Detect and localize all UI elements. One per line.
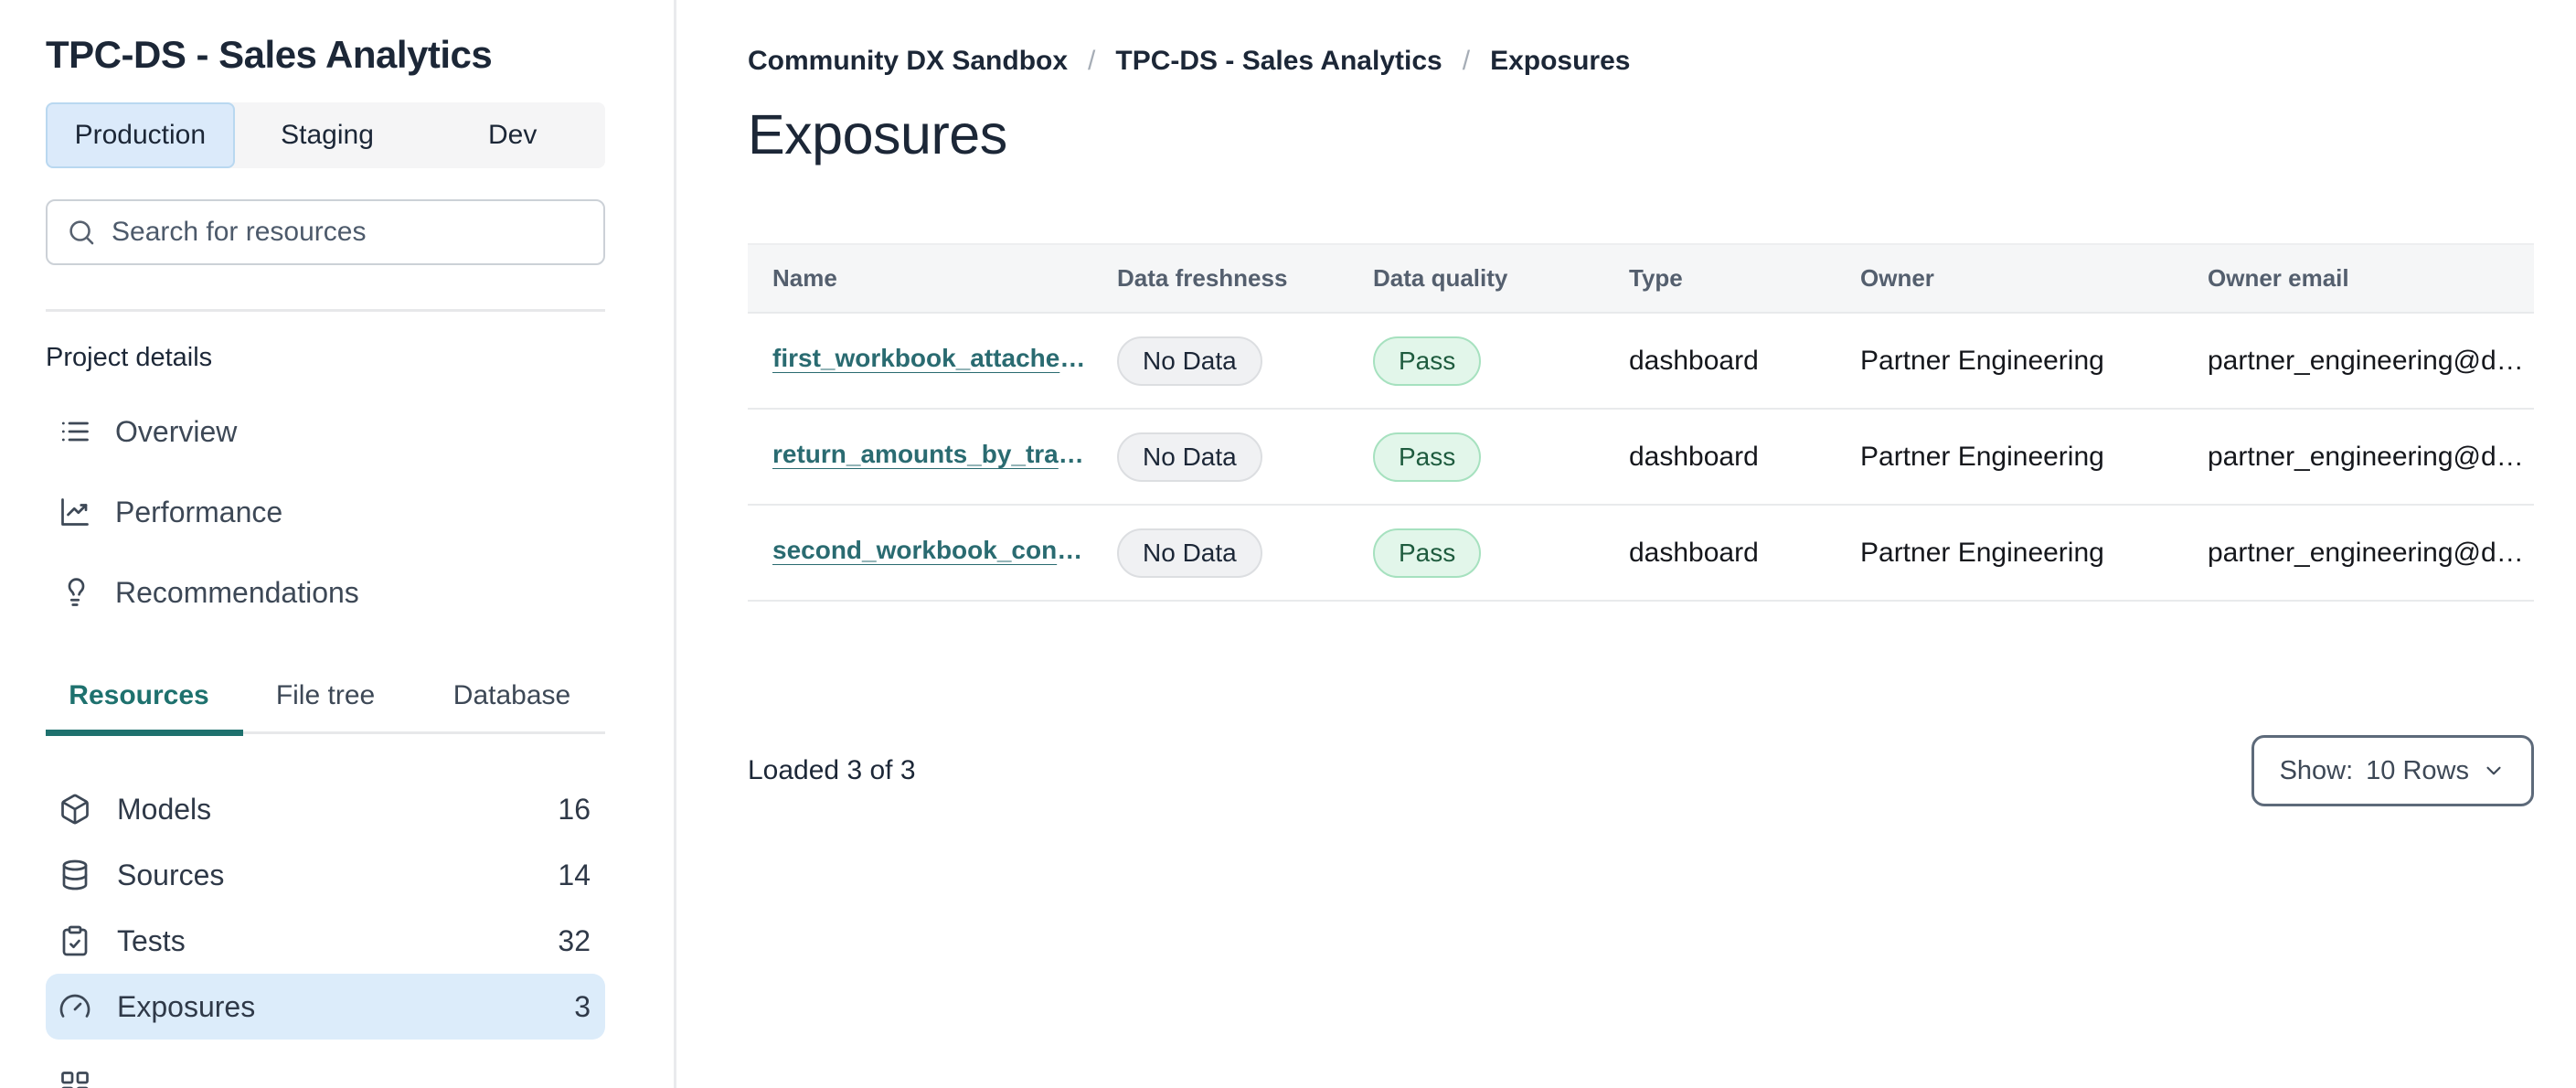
- resource-label: Tests: [117, 923, 186, 957]
- breadcrumb-separator: /: [1088, 46, 1096, 76]
- chevron-down-icon: [2486, 766, 2501, 775]
- cube-icon: [61, 794, 89, 825]
- nav-item-recommendations[interactable]: Recommendations: [46, 552, 605, 633]
- resource-item-sources[interactable]: Sources 14: [46, 842, 605, 908]
- data-freshness-badge: No Data: [1117, 528, 1262, 578]
- env-tab-production[interactable]: Production: [46, 102, 235, 169]
- gauge-icon: [59, 994, 90, 1019]
- exposure-name-link[interactable]: return_amounts_by_tran…: [772, 440, 1092, 469]
- owner-email-cell: partner_engineering@dbt…: [2208, 537, 2534, 568]
- table-row: return_amounts_by_tran… No Data Pass das…: [748, 410, 2534, 506]
- environment-tabs: Production Staging Dev: [46, 102, 605, 169]
- loaded-status: Loaded 3 of 3: [748, 755, 916, 785]
- data-freshness-badge: No Data: [1117, 432, 1262, 482]
- breadcrumb: Community DX Sandbox / TPC-DS - Sales An…: [748, 46, 2534, 77]
- resource-item-partial[interactable]: [46, 1052, 605, 1088]
- nav-item-label: Recommendations: [115, 575, 359, 609]
- project-details-heading: Project details: [46, 343, 213, 373]
- resource-count: 16: [558, 792, 591, 826]
- breadcrumb-project[interactable]: TPC-DS - Sales Analytics: [1115, 46, 1442, 77]
- column-header-data-quality: Data quality: [1373, 264, 1508, 292]
- sidebar: TPC-DS - Sales Analytics Production Stag…: [0, 0, 676, 1088]
- tab-resources[interactable]: Resources: [46, 680, 232, 731]
- owner-cell: Partner Engineering: [1860, 537, 2104, 568]
- nav-item-overview[interactable]: Overview: [46, 391, 605, 472]
- type-cell: dashboard: [1629, 441, 1759, 472]
- nav-item-label: Overview: [115, 414, 238, 448]
- table-header-row: Name Data freshness Data quality Type Ow…: [748, 243, 2534, 314]
- type-cell: dashboard: [1629, 537, 1759, 568]
- show-value: 10 Rows: [2366, 755, 2469, 785]
- breadcrumb-current: Exposures: [1490, 46, 1631, 76]
- exposure-name-link[interactable]: first_workbook_attached…: [772, 344, 1092, 373]
- owner-email-cell: partner_engineering@dbt…: [2208, 441, 2534, 472]
- sidebar-view-tabs: Resources File tree Database: [46, 680, 605, 731]
- breadcrumb-account[interactable]: Community DX Sandbox: [748, 46, 1068, 77]
- exposure-name-link[interactable]: second_workbook_conn…: [772, 536, 1092, 565]
- column-header-data-freshness: Data freshness: [1117, 264, 1288, 292]
- column-header-name: Name: [772, 264, 837, 292]
- clipboard-check-icon: [62, 925, 88, 956]
- resource-item-tests[interactable]: Tests 32: [46, 908, 605, 974]
- table-footer: Loaded 3 of 3 Show: 10 Rows: [748, 735, 2534, 806]
- resource-count: 14: [558, 858, 591, 891]
- search-icon: [69, 220, 94, 245]
- column-header-owner-email: Owner email: [2208, 264, 2349, 292]
- tab-database[interactable]: Database: [419, 680, 605, 731]
- column-header-type: Type: [1629, 264, 1683, 292]
- breadcrumb-separator: /: [1462, 46, 1471, 76]
- rows-per-page-select[interactable]: Show: 10 Rows: [2251, 735, 2534, 806]
- env-tab-dev[interactable]: Dev: [420, 102, 605, 168]
- resource-label: Models: [117, 792, 212, 826]
- tab-underline-track: [46, 730, 605, 737]
- table-row: second_workbook_conn… No Data Pass dashb…: [748, 506, 2534, 602]
- table-row: first_workbook_attached… No Data Pass da…: [748, 314, 2534, 410]
- type-cell: dashboard: [1629, 345, 1759, 376]
- resource-item-models[interactable]: Models 16: [46, 776, 605, 842]
- app-screen: TPC-DS - Sales Analytics Production Stag…: [0, 0, 2576, 1088]
- page-title: Exposures: [748, 103, 1007, 165]
- resource-item-exposures[interactable]: Exposures 3: [46, 974, 605, 1040]
- active-tab-indicator: [46, 730, 243, 737]
- owner-cell: Partner Engineering: [1860, 441, 2104, 472]
- layout-grid-icon: [61, 1072, 89, 1088]
- project-nav: Overview Performance Recommendations: [46, 391, 605, 633]
- resource-label: Exposures: [117, 989, 256, 1023]
- lightbulb-icon: [68, 578, 85, 607]
- data-quality-badge: Pass: [1373, 432, 1482, 482]
- show-label: Show:: [2279, 755, 2354, 785]
- column-header-owner: Owner: [1860, 264, 1934, 292]
- line-chart-icon: [61, 498, 89, 527]
- owner-email-cell: partner_engineering@dbt…: [2208, 345, 2534, 376]
- database-icon: [62, 859, 88, 891]
- env-tab-staging[interactable]: Staging: [235, 102, 420, 168]
- data-freshness-badge: No Data: [1117, 336, 1262, 386]
- data-quality-badge: Pass: [1373, 528, 1482, 578]
- main-content: Community DX Sandbox / TPC-DS - Sales An…: [679, 0, 2576, 1088]
- exposures-table: Name Data freshness Data quality Type Ow…: [748, 243, 2534, 602]
- list-icon: [61, 421, 89, 442]
- resource-search: [46, 199, 605, 266]
- tab-file-tree[interactable]: File tree: [232, 680, 419, 731]
- sidebar-divider: [46, 309, 605, 313]
- nav-item-performance[interactable]: Performance: [46, 472, 605, 552]
- nav-item-label: Performance: [115, 495, 283, 528]
- owner-cell: Partner Engineering: [1860, 345, 2104, 376]
- data-quality-badge: Pass: [1373, 336, 1482, 386]
- resource-list: Models 16 Sources 14 Tests 32 Exposures …: [46, 776, 605, 1088]
- resource-count: 32: [558, 923, 591, 957]
- resource-label: Sources: [117, 858, 225, 891]
- search-input[interactable]: [112, 217, 585, 249]
- project-title: TPC-DS - Sales Analytics: [46, 33, 493, 76]
- resource-count: 3: [574, 989, 591, 1023]
